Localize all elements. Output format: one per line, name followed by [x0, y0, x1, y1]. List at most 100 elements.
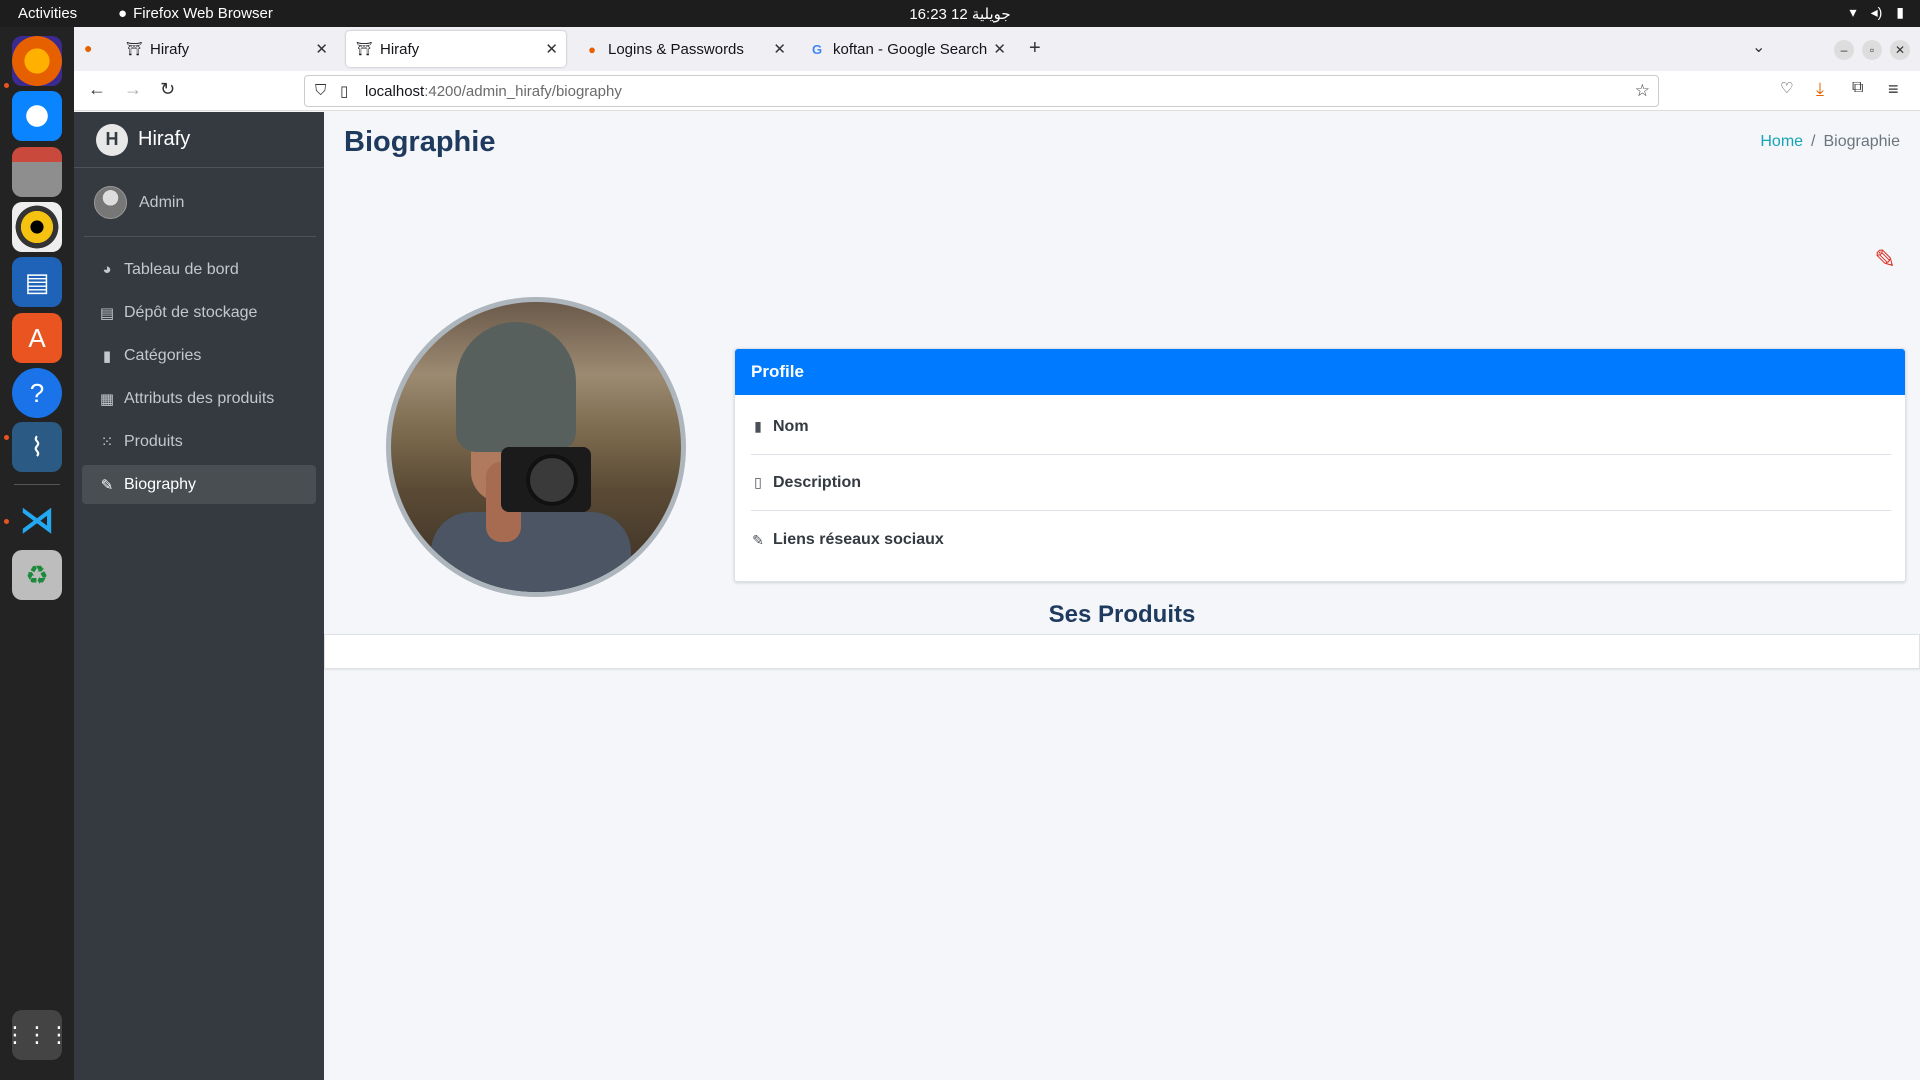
rhythmbox-icon[interactable]: [12, 202, 62, 252]
brand-logo-icon: H: [96, 123, 128, 156]
restore-icon[interactable]: ▫: [1862, 40, 1882, 60]
navigation-toolbar: ← → ↻ ⛉ ▯ localhost:4200/admin_hirafy/bi…: [74, 71, 1920, 111]
breadcrumb-current: Biographie: [1823, 133, 1901, 150]
system-tray[interactable]: ▾ ◂) ▮: [1850, 4, 1904, 21]
brand-link[interactable]: H Hirafy: [74, 112, 324, 168]
help-icon[interactable]: ?: [12, 368, 62, 418]
table-icon: ▦: [99, 390, 115, 408]
profile-row-description: ▯ Description: [751, 455, 1891, 511]
sidebar-item-depot-de-stockage[interactable]: ▤ Dépôt de stockage: [82, 293, 316, 332]
user-panel[interactable]: Admin: [84, 169, 316, 237]
thunderbird-icon[interactable]: [12, 91, 62, 141]
pencil-icon: ✎: [752, 531, 764, 548]
url-text[interactable]: localhost:4200/admin_hirafy/biography: [365, 83, 622, 100]
breadcrumb-home-link[interactable]: Home: [1760, 133, 1803, 150]
products-container: [324, 634, 1920, 669]
running-indicator: [4, 435, 9, 440]
tab-google-search[interactable]: G koftan - Google Search ✕: [799, 31, 1014, 67]
edit-icon: ✎: [100, 476, 114, 494]
forward-icon[interactable]: →: [124, 79, 142, 100]
profile-card: Profile ▮ Nom ▯ Description ✎ Liens rése…: [734, 348, 1906, 582]
tab-label: Hirafy: [380, 40, 420, 58]
battery-icon: ▮: [1896, 4, 1904, 20]
sidebar-item-categories[interactable]: ▮ Catégories: [82, 336, 316, 375]
reload-icon[interactable]: ↻: [160, 79, 175, 100]
writer-icon[interactable]: ▤: [12, 257, 62, 307]
back-icon[interactable]: ←: [88, 79, 106, 100]
page-title: Biographie: [344, 126, 496, 158]
clipboard-icon: ▮: [102, 347, 112, 365]
menu-icon[interactable]: ≡: [1888, 79, 1899, 100]
mysql-workbench-icon[interactable]: ⌇: [12, 422, 62, 472]
tab-hirafy-2[interactable]: ⛩ Hirafy ✕: [346, 31, 566, 67]
firefox-icon[interactable]: [12, 36, 62, 86]
close-window-icon[interactable]: ✕: [1890, 40, 1910, 60]
new-tab-icon[interactable]: +: [1029, 37, 1041, 60]
sidebar-item-label: Produits: [124, 432, 183, 450]
archive-icon: ▤: [99, 304, 115, 322]
wifi-icon: ▾: [1849, 4, 1857, 20]
vscode-icon[interactable]: ⋊: [12, 495, 62, 545]
sidebar-menu: ◕ Tableau de bord ▤ Dépôt de stockage ▮ …: [82, 250, 316, 508]
firefox-favicon-icon: ●: [588, 41, 596, 57]
downloads-icon[interactable]: ⤓: [1816, 79, 1824, 100]
profile-row-label: Liens réseaux sociaux: [773, 531, 944, 548]
sidebar-item-label: Catégories: [124, 346, 202, 364]
web-page: H Hirafy Admin ◕ Tableau de bord ▤ Dépôt…: [74, 112, 1920, 1080]
sidebar-item-biography[interactable]: ✎ Biography: [82, 465, 316, 504]
minimize-icon[interactable]: –: [1834, 40, 1854, 60]
bookmark-star-icon[interactable]: ☆: [1635, 81, 1650, 101]
book-icon: ▮: [754, 418, 762, 434]
close-tab-icon[interactable]: ✕: [773, 40, 786, 58]
running-indicator: [4, 519, 9, 524]
breadcrumb-separator: /: [1811, 133, 1816, 150]
tab-hirafy-1[interactable]: ⛩ Hirafy ✕: [116, 31, 336, 67]
sidebar-item-tableau-de-bord[interactable]: ◕ Tableau de bord: [82, 250, 316, 289]
edit-pencil-icon[interactable]: ✎: [1874, 244, 1896, 275]
file-icon: ▯: [754, 474, 762, 490]
page-info-icon[interactable]: ▯: [340, 82, 348, 100]
volume-icon: ◂): [1870, 4, 1883, 20]
sidebar-item-label: Tableau de bord: [124, 260, 239, 278]
tab-label: koftan - Google Search: [833, 40, 988, 58]
dock: ▤ A ? ⌇ ⋊ ♻ ⋮⋮⋮: [0, 27, 74, 1080]
profile-photo: [386, 297, 686, 597]
close-tab-icon[interactable]: ✕: [993, 40, 1006, 58]
trash-icon[interactable]: ♻: [12, 550, 62, 600]
tab-bar: ● ⛩ Hirafy ✕ ⛩ Hirafy ✕ ● Logins & Passw…: [74, 27, 1920, 71]
files-icon[interactable]: [12, 147, 62, 197]
breadcrumb: Home / Biographie: [1760, 133, 1900, 151]
close-tab-icon[interactable]: ✕: [545, 40, 558, 58]
products-section-title: Ses Produits: [1048, 601, 1196, 628]
tab-label: Hirafy: [150, 40, 190, 58]
firefox-view-icon[interactable]: ●: [84, 40, 92, 56]
user-name: Admin: [139, 193, 185, 211]
firefox-window: ● ⛩ Hirafy ✕ ⛩ Hirafy ✕ ● Logins & Passw…: [74, 27, 1920, 1080]
hirafy-favicon-icon: ⛩: [355, 41, 373, 56]
running-indicator: [4, 83, 9, 88]
profile-row-nom: ▮ Nom: [751, 399, 1891, 455]
show-apps-icon[interactable]: ⋮⋮⋮: [4, 1010, 70, 1060]
pie-chart-icon: ◕: [102, 261, 112, 278]
sidebar-item-attributs[interactable]: ▦ Attributs des produits: [82, 379, 316, 418]
sidebar-item-label: Attributs des produits: [124, 389, 275, 407]
extensions-icon[interactable]: ⧉: [1852, 79, 1863, 97]
software-center-icon[interactable]: A: [12, 313, 62, 363]
list-tabs-chevron-down-icon[interactable]: ⌄: [1752, 37, 1765, 57]
tab-logins-passwords[interactable]: ● Logins & Passwords ✕: [574, 31, 794, 67]
system-top-bar: Activities ● Firefox Web Browser 16:23 1…: [0, 0, 1920, 27]
sidebar-item-label: Biography: [124, 475, 197, 493]
sidebar-item-label: Dépôt de stockage: [124, 303, 258, 321]
tracking-shield-icon[interactable]: ⛉: [315, 82, 326, 99]
grid-icon: ⁙: [100, 433, 114, 451]
google-favicon-icon: G: [811, 41, 823, 57]
url-bar[interactable]: ⛉ ▯ localhost:4200/admin_hirafy/biograph…: [304, 75, 1659, 107]
clock[interactable]: 16:23 12 جويلية: [0, 5, 1920, 23]
profile-row-label: Nom: [773, 417, 809, 435]
profile-row-label: Description: [773, 473, 862, 491]
url-path: :4200/admin_hirafy/biography: [424, 83, 622, 100]
pocket-icon[interactable]: ♡: [1780, 79, 1793, 97]
sidebar-item-produits[interactable]: ⁙ Produits: [82, 422, 316, 461]
profile-row-liens: ✎ Liens réseaux sociaux: [751, 512, 1891, 568]
close-tab-icon[interactable]: ✕: [315, 40, 328, 58]
